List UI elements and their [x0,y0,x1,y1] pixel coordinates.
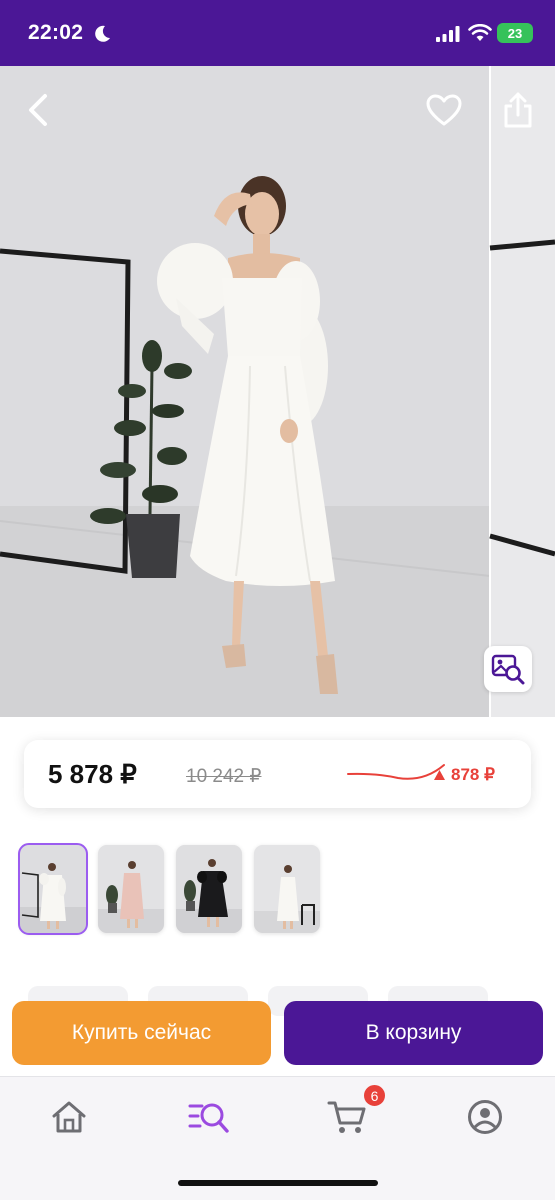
catalog-search-icon [188,1103,229,1133]
share-icon [504,92,532,128]
back-button[interactable] [16,88,60,132]
thumbnail-pink-dress[interactable] [98,845,164,933]
product-image-gallery[interactable] [0,66,555,717]
cellular-signal-icon [436,26,460,42]
profile-icon [468,1100,502,1134]
back-arrow-icon [29,94,47,126]
current-price: 5 878 ₽ [48,759,137,789]
status-time: 22:02 [28,21,84,44]
thumbnail-black-dress[interactable] [176,845,242,933]
heart-icon [426,94,462,126]
cart-count: 6 [370,1087,379,1104]
wifi-icon [468,24,492,41]
battery-indicator: 23 [497,23,533,43]
buy-now-label: Купить сейчас [71,1021,212,1044]
status-bar: 22:02 23 [0,0,555,66]
thumbnail-image [20,845,86,933]
price-history-sparkline [347,764,445,780]
add-to-cart-button[interactable]: В корзину [284,1001,543,1065]
thumbnail-image [98,845,164,933]
home-icon [52,1101,86,1133]
product-photo [0,66,555,717]
thumbnail-image [254,845,320,933]
tab-profile[interactable] [460,1095,510,1139]
cart-count-badge: 6 [362,1083,387,1108]
thumbnail-white-dress[interactable] [18,843,88,935]
variant-thumbnails [18,843,320,935]
moon-icon [95,25,110,42]
battery-level: 23 [507,25,523,41]
price-card[interactable]: 5 878 ₽ 10 242 ₽ 878 ₽ [24,740,531,808]
visual-search-icon [491,654,525,685]
tab-catalog[interactable] [184,1095,234,1139]
cart-icon [327,1101,366,1133]
buy-now-button[interactable]: Купить сейчас [12,1001,271,1065]
home-indicator [178,1180,378,1186]
tab-home[interactable] [44,1095,94,1139]
price-change-value: 878 ₽ [451,765,495,784]
triangle-up-icon [434,770,445,780]
add-to-cart-label: В корзину [365,1021,462,1044]
price-change: 878 ₽ [434,765,495,785]
favorite-button[interactable] [420,86,468,134]
visual-search-button[interactable] [484,646,532,692]
thumbnail-image [176,845,242,933]
thumbnail-white-dress-chair[interactable] [254,845,320,933]
old-price: 10 242 ₽ [186,766,262,787]
share-button[interactable] [496,86,540,134]
